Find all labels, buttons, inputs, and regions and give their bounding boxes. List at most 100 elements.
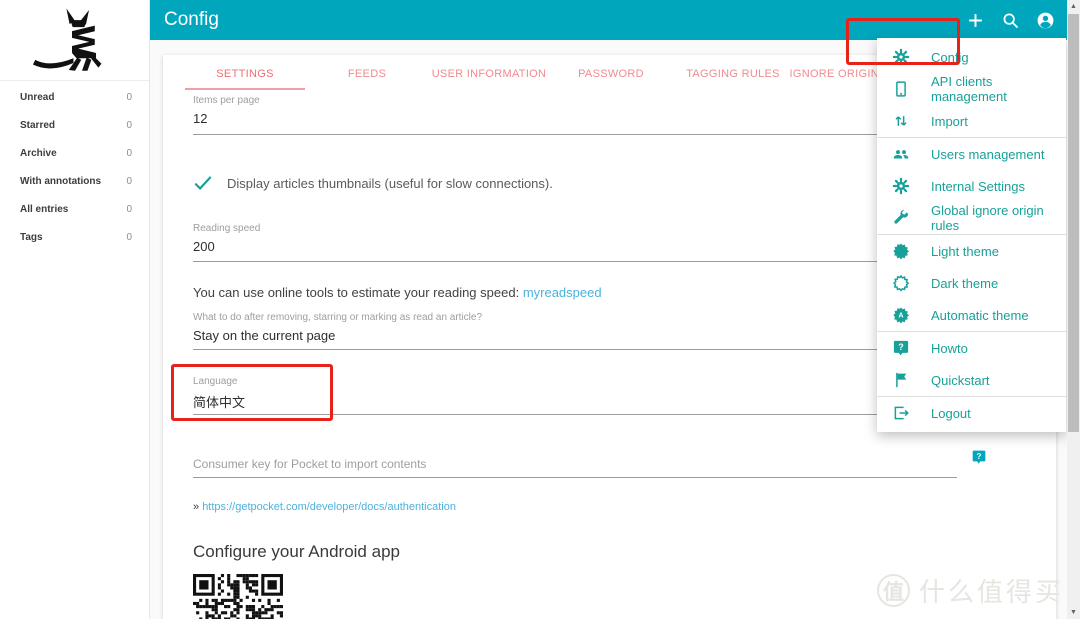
tab-settings[interactable]: SETTINGS (184, 57, 306, 90)
svg-text:A: A (898, 312, 903, 320)
tab-user-information[interactable]: USER INFORMATION (428, 57, 550, 90)
sidebar-item-count: 0 (126, 203, 132, 215)
page-title: Config (164, 9, 219, 30)
sidebar-item-starred[interactable]: Starred 0 (0, 111, 149, 139)
sidebar: W Unread 0 Starred 0 Archive 0 With anno… (0, 0, 150, 619)
scrollbar-thumb[interactable] (1068, 14, 1079, 432)
menu-item-import[interactable]: Import (877, 105, 1066, 137)
scrollbar-up-arrow[interactable]: ▲ (1067, 0, 1080, 13)
header-actions (966, 11, 1055, 30)
menu-item-label: Logout (931, 405, 971, 421)
sidebar-item-label: Tags (20, 231, 43, 243)
logo-container[interactable]: W (0, 0, 149, 81)
sidebar-item-count: 0 (126, 231, 132, 243)
import-arrows-icon (892, 112, 910, 130)
help-icon[interactable]: ? (971, 449, 987, 465)
sidebar-item-label: Archive (20, 147, 57, 159)
menu-item-label: Howto (931, 340, 968, 356)
input-underline (193, 261, 957, 262)
gear-icon (892, 48, 910, 66)
select-underline (193, 414, 957, 415)
sidebar-item-count: 0 (126, 175, 132, 187)
sidebar-item-with-annotations[interactable]: With annotations 0 (0, 167, 149, 195)
menu-item-api-clients-management[interactable]: API clients management (877, 73, 1066, 105)
wrench-icon (892, 209, 910, 227)
menu-item-logout[interactable]: Logout (877, 397, 1066, 429)
pocket-doc-link[interactable]: https://getpocket.com/developer/docs/aut… (202, 501, 456, 513)
menu-item-label: Quickstart (931, 372, 990, 388)
tab-feeds[interactable]: FEEDS (306, 57, 428, 90)
language-select[interactable]: 简体中文 (193, 392, 245, 411)
sidebar-item-count: 0 (126, 119, 132, 131)
brightness-high-icon (892, 242, 910, 260)
svg-text:?: ? (977, 452, 982, 461)
page-scrollbar[interactable]: ▲ ▼ (1067, 0, 1080, 619)
menu-item-label: Automatic theme (931, 307, 1029, 323)
language-label: Language (193, 376, 238, 387)
input-underline (193, 477, 957, 478)
wallabag-logo: W (32, 8, 101, 71)
svg-text:?: ? (898, 342, 904, 352)
check-icon (193, 173, 213, 193)
search-icon[interactable] (1001, 11, 1020, 30)
help-icon: ? (892, 339, 910, 357)
thumbnails-checkbox[interactable]: Display articles thumbnails (useful for … (193, 173, 553, 193)
menu-item-label: Global ignore origin rules (931, 203, 1044, 233)
sidebar-item-archive[interactable]: Archive 0 (0, 139, 149, 167)
menu-item-internal-settings[interactable]: Internal Settings (877, 170, 1066, 202)
sidebar-item-label: Starred (20, 119, 56, 131)
sidebar-item-tags[interactable]: Tags 0 (0, 223, 149, 251)
scrollbar-down-arrow[interactable]: ▼ (1067, 606, 1080, 619)
pocket-key-input[interactable]: Consumer key for Pocket to import conten… (193, 457, 426, 471)
sidebar-item-count: 0 (126, 91, 132, 103)
menu-item-users-management[interactable]: Users management (877, 138, 1066, 170)
sidebar-item-count: 0 (126, 147, 132, 159)
account-circle-icon[interactable] (1036, 11, 1055, 30)
sidebar-nav: Unread 0 Starred 0 Archive 0 With annota… (0, 83, 149, 251)
logout-icon (892, 404, 910, 422)
plus-icon[interactable] (966, 11, 985, 30)
after-action-label: What to do after removing, starring or m… (193, 312, 483, 323)
wallabag-config-page: W Unread 0 Starred 0 Archive 0 With anno… (0, 0, 1080, 619)
menu-item-label: Config (931, 49, 969, 65)
menu-item-howto[interactable]: ? Howto (877, 332, 1066, 364)
pocket-doc-row: » https://getpocket.com/developer/docs/a… (193, 501, 456, 513)
items-per-page-label: Items per page (193, 95, 260, 106)
brightness-outline-icon (892, 274, 910, 292)
menu-item-automatic-theme[interactable]: A Automatic theme (877, 299, 1066, 331)
sidebar-item-label: With annotations (20, 175, 102, 187)
account-dropdown-menu: Config API clients management Import Use… (877, 38, 1066, 432)
menu-item-global-ignore-origin-rules[interactable]: Global ignore origin rules (877, 202, 1066, 234)
menu-item-label: Import (931, 113, 968, 129)
app-header: Config (150, 0, 1067, 40)
flag-icon (892, 371, 910, 389)
brightness-auto-icon: A (892, 306, 910, 324)
after-action-select[interactable]: Stay on the current page (193, 328, 335, 343)
android-config-qr-code (193, 574, 283, 619)
menu-item-quickstart[interactable]: Quickstart (877, 364, 1066, 396)
reading-speed-label: Reading speed (193, 223, 261, 234)
android-heading: Configure your Android app (193, 542, 400, 561)
config-tabs: SETTINGS FEEDS USER INFORMATION PASSWORD… (184, 57, 920, 90)
items-per-page-input[interactable]: 12 (193, 111, 207, 126)
menu-item-light-theme[interactable]: Light theme (877, 235, 1066, 267)
gear-icon (892, 177, 910, 195)
tab-password[interactable]: PASSWORD (550, 57, 672, 90)
reading-speed-hint: You can use online tools to estimate you… (193, 285, 602, 300)
sidebar-item-all-entries[interactable]: All entries 0 (0, 195, 149, 223)
reading-speed-input[interactable]: 200 (193, 239, 215, 254)
menu-item-label: Dark theme (931, 275, 999, 291)
menu-item-label: API clients management (931, 74, 1007, 104)
menu-item-label: Light theme (931, 243, 999, 259)
menu-item-label: Users management (931, 146, 1045, 162)
input-underline (193, 134, 957, 135)
myreadspeed-link[interactable]: myreadspeed (523, 285, 602, 300)
sidebar-item-label: All entries (20, 203, 69, 215)
menu-item-dark-theme[interactable]: Dark theme (877, 267, 1066, 299)
menu-item-config[interactable]: Config (877, 41, 1066, 73)
tab-tagging-rules[interactable]: TAGGING RULES (672, 57, 794, 90)
sidebar-item-label: Unread (20, 91, 55, 103)
menu-item-label: Internal Settings (931, 178, 1025, 194)
users-icon (892, 145, 910, 163)
sidebar-item-unread[interactable]: Unread 0 (0, 83, 149, 111)
